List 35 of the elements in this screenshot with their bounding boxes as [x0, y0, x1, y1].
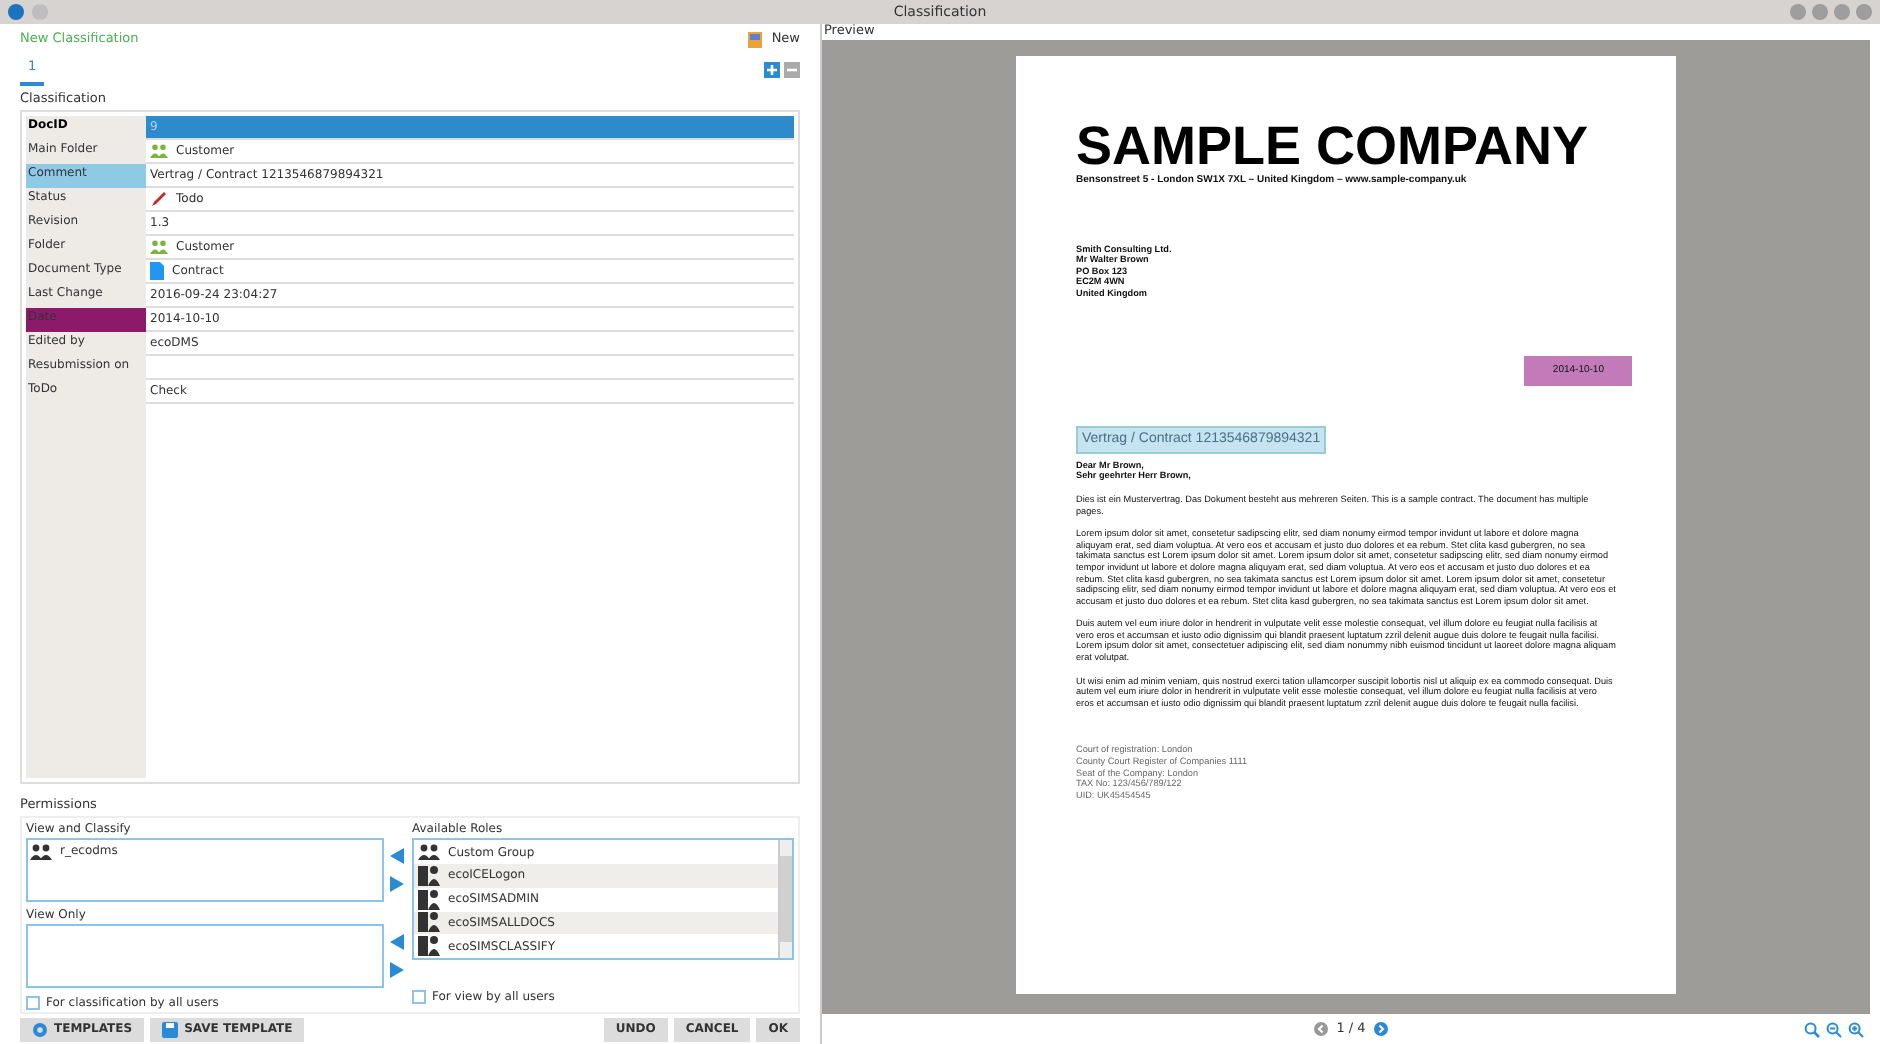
move-right-icon[interactable] — [389, 962, 403, 979]
zoom-fit-icon[interactable] — [1804, 1021, 1820, 1037]
zoom-out-icon[interactable] — [1826, 1021, 1842, 1037]
minimize-icon[interactable] — [1812, 4, 1828, 20]
pencil-icon — [150, 190, 168, 209]
people-icon — [150, 240, 168, 255]
previous-page-icon[interactable] — [1314, 1022, 1329, 1036]
people-icon — [30, 843, 52, 860]
checkbox[interactable] — [26, 996, 40, 1011]
move-right-icon[interactable] — [389, 876, 403, 893]
next-page-icon[interactable] — [1373, 1022, 1388, 1036]
new-icon — [747, 31, 764, 48]
close-icon[interactable] — [1856, 4, 1872, 20]
role-icon — [418, 912, 440, 933]
gear-icon — [32, 1021, 48, 1038]
company-name: SAMPLE COMPANY — [1076, 120, 1591, 174]
move-left-icon[interactable] — [389, 848, 403, 865]
floppy-icon — [162, 1021, 179, 1038]
role-icon — [418, 889, 440, 910]
role-icon — [418, 865, 440, 886]
document-icon — [150, 262, 164, 281]
checkbox[interactable] — [412, 990, 426, 1005]
zoom-in-icon[interactable] — [1848, 1021, 1864, 1037]
remove-icon[interactable] — [784, 61, 800, 78]
add-icon[interactable] — [764, 61, 780, 78]
people-icon — [418, 844, 440, 861]
maximize-icon[interactable] — [1834, 4, 1850, 20]
scrollbar[interactable] — [778, 840, 792, 959]
menu-icon[interactable] — [32, 4, 48, 20]
role-icon — [418, 936, 440, 957]
move-left-icon[interactable] — [389, 934, 403, 951]
help-icon[interactable] — [1790, 4, 1806, 20]
view-only-list[interactable] — [26, 924, 384, 989]
people-icon — [150, 144, 168, 159]
app-logo-icon — [8, 4, 24, 20]
